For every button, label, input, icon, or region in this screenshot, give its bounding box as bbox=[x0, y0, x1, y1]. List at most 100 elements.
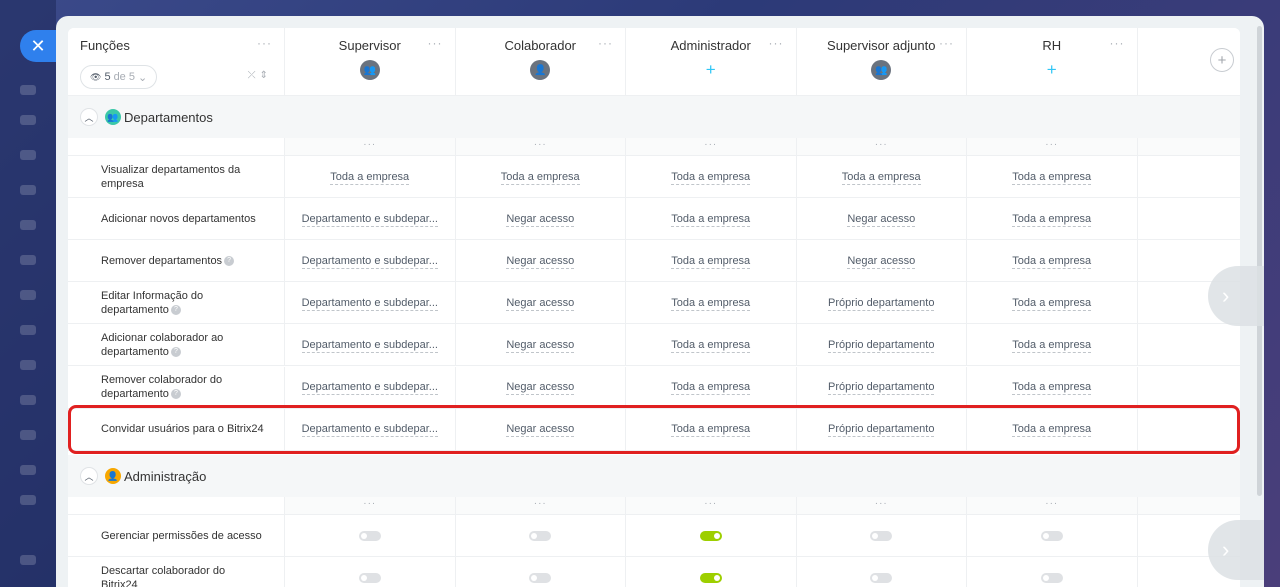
permission-value-selector[interactable]: Negar acesso bbox=[456, 423, 626, 438]
permission-value-selector[interactable]: Toda a empresa bbox=[626, 254, 796, 269]
role-menu-icon[interactable]: ··· bbox=[1110, 36, 1125, 50]
permission-value-selector[interactable]: Toda a empresa bbox=[967, 212, 1137, 227]
more-icon[interactable]: ··· bbox=[626, 139, 796, 150]
permission-value-selector[interactable]: Negar acesso bbox=[797, 212, 967, 227]
scroll-right-button[interactable]: › bbox=[1208, 266, 1264, 326]
permission-value-selector[interactable]: Toda a empresa bbox=[967, 338, 1137, 353]
permission-toggle[interactable] bbox=[358, 572, 381, 583]
permission-value-selector[interactable]: Departamento e subdepar... bbox=[285, 423, 455, 438]
permission-value: Departamento e subdepar... bbox=[301, 254, 438, 269]
role-menu-icon[interactable]: ··· bbox=[939, 36, 954, 50]
close-slider-button[interactable]: ✕ bbox=[20, 30, 56, 62]
permission-toggle[interactable] bbox=[699, 530, 722, 541]
permission-cell: Negar acesso bbox=[454, 282, 626, 324]
permission-toggle[interactable] bbox=[1040, 572, 1063, 583]
chevron-up-icon[interactable]: ︿ bbox=[80, 108, 98, 126]
permission-value-selector[interactable]: Toda a empresa bbox=[626, 212, 796, 227]
group-avatar-icon[interactable]: 👥 bbox=[359, 60, 380, 80]
more-icon[interactable]: ··· bbox=[285, 139, 455, 150]
role-menu-icon[interactable]: ··· bbox=[598, 36, 613, 50]
permission-value-selector[interactable]: Toda a empresa bbox=[797, 170, 967, 185]
permission-value-selector[interactable]: Toda a empresa bbox=[626, 381, 796, 396]
group-header-administracao[interactable]: ︿ 👤 Administração bbox=[68, 455, 1240, 497]
more-icon[interactable]: ··· bbox=[797, 139, 967, 150]
permission-value: Negar acesso bbox=[506, 212, 575, 227]
help-icon[interactable]: ? bbox=[170, 347, 181, 358]
permission-value-selector[interactable]: Toda a empresa bbox=[626, 423, 796, 438]
user-avatar-icon[interactable]: 👤 bbox=[530, 60, 551, 80]
permission-value-selector[interactable]: Próprio departamento bbox=[797, 381, 967, 396]
permission-value: Negar acesso bbox=[506, 254, 575, 269]
role-menu-icon[interactable]: ··· bbox=[769, 36, 784, 50]
permission-toggle[interactable] bbox=[529, 572, 552, 583]
column-menu-icon[interactable]: ··· bbox=[257, 36, 272, 50]
permission-label: Convidar usuários para o Bitrix24 bbox=[101, 422, 264, 436]
permission-value-selector[interactable]: Toda a empresa bbox=[967, 296, 1137, 311]
plus-icon[interactable]: + bbox=[700, 60, 721, 80]
permission-toggle[interactable] bbox=[699, 572, 722, 583]
help-icon[interactable]: ? bbox=[170, 389, 181, 400]
role-column-rh[interactable]: RH ··· + bbox=[966, 28, 1137, 95]
role-column-supervisor[interactable]: Supervisor ··· 👥 bbox=[284, 28, 455, 95]
add-role-button[interactable]: + bbox=[1210, 48, 1234, 72]
permission-value-selector[interactable]: Toda a empresa bbox=[285, 170, 455, 185]
help-icon[interactable]: ? bbox=[170, 304, 181, 315]
permission-value-selector[interactable]: Toda a empresa bbox=[967, 170, 1137, 185]
permission-value-selector[interactable]: Departamento e subdepar... bbox=[285, 254, 455, 269]
permission-value-selector[interactable]: Negar acesso bbox=[456, 338, 626, 353]
visible-roles-count: 5 bbox=[104, 71, 111, 83]
permission-cell: Toda a empresa bbox=[625, 324, 796, 366]
permission-value-selector[interactable]: Próprio departamento bbox=[797, 338, 967, 353]
more-icon[interactable]: ··· bbox=[967, 139, 1137, 150]
plus-icon[interactable]: + bbox=[1041, 60, 1062, 80]
help-icon[interactable]: ? bbox=[224, 255, 235, 266]
permission-value-selector[interactable]: Toda a empresa bbox=[967, 254, 1137, 269]
group-actions-row: ··· ··· ··· ··· ··· bbox=[68, 138, 1240, 156]
permission-cell: Departamento e subdepar... bbox=[284, 198, 455, 240]
permission-value-selector[interactable]: Toda a empresa bbox=[626, 338, 796, 353]
permission-toggle[interactable] bbox=[870, 530, 893, 541]
sidebar-item bbox=[20, 255, 36, 265]
role-column-administrador[interactable]: Administrador ··· + bbox=[625, 28, 796, 95]
permission-value-selector[interactable]: Departamento e subdepar... bbox=[285, 381, 455, 396]
more-icon[interactable]: ··· bbox=[626, 498, 796, 509]
permission-value: Toda a empresa bbox=[671, 254, 751, 269]
more-icon[interactable]: ··· bbox=[967, 498, 1137, 509]
permission-toggle[interactable] bbox=[1040, 530, 1063, 541]
role-column-supervisor-adjunto[interactable]: Supervisor adjunto ··· 👥 bbox=[795, 28, 967, 95]
more-icon[interactable]: ··· bbox=[456, 498, 626, 509]
permission-value-selector[interactable]: Próprio departamento bbox=[797, 423, 967, 438]
more-icon[interactable]: ··· bbox=[285, 498, 455, 509]
permission-toggle[interactable] bbox=[358, 530, 381, 541]
permission-value-selector[interactable]: Negar acesso bbox=[797, 254, 967, 269]
permission-value-selector[interactable]: Negar acesso bbox=[456, 381, 626, 396]
permission-value-selector[interactable]: Toda a empresa bbox=[456, 170, 626, 185]
permission-value-selector[interactable]: Departamento e subdepar... bbox=[285, 296, 455, 311]
permission-value-selector[interactable]: Negar acesso bbox=[456, 254, 626, 269]
collapse-expand-icon[interactable]: ⤫⇕ bbox=[248, 70, 272, 81]
permission-value-selector[interactable]: Toda a empresa bbox=[626, 296, 796, 311]
permission-value-selector[interactable]: Toda a empresa bbox=[967, 423, 1137, 438]
permission-value-selector[interactable]: Toda a empresa bbox=[967, 381, 1137, 396]
permission-value-selector[interactable]: Departamento e subdepar... bbox=[285, 212, 455, 227]
sidebar-item bbox=[20, 395, 36, 405]
more-icon[interactable]: ··· bbox=[456, 139, 626, 150]
group-avatar-icon[interactable]: 👥 bbox=[871, 60, 892, 80]
scroll-right-button[interactable]: › bbox=[1208, 520, 1264, 580]
visible-roles-filter[interactable]: 👁 5 de 5 ⌄ bbox=[80, 65, 158, 89]
role-column-colaborador[interactable]: Colaborador ··· 👤 bbox=[454, 28, 626, 95]
permission-toggle[interactable] bbox=[529, 530, 552, 541]
group-header-departamentos[interactable]: ︿ 👥 Departamentos bbox=[68, 96, 1240, 138]
role-menu-icon[interactable]: ··· bbox=[428, 36, 443, 50]
permission-value-selector[interactable]: Departamento e subdepar... bbox=[285, 338, 455, 353]
permission-cell: Toda a empresa bbox=[966, 240, 1137, 282]
permission-cell: Departamento e subdepar... bbox=[284, 324, 455, 366]
permission-value-selector[interactable]: Próprio departamento bbox=[797, 296, 967, 311]
permission-value-selector[interactable]: Negar acesso bbox=[456, 296, 626, 311]
more-icon[interactable]: ··· bbox=[797, 498, 967, 509]
permission-toggle[interactable] bbox=[870, 572, 893, 583]
permission-value-selector[interactable]: Toda a empresa bbox=[626, 170, 796, 185]
permission-value-selector[interactable]: Negar acesso bbox=[456, 212, 626, 227]
chevron-up-icon[interactable]: ︿ bbox=[80, 467, 98, 485]
permission-value: Toda a empresa bbox=[330, 170, 410, 185]
